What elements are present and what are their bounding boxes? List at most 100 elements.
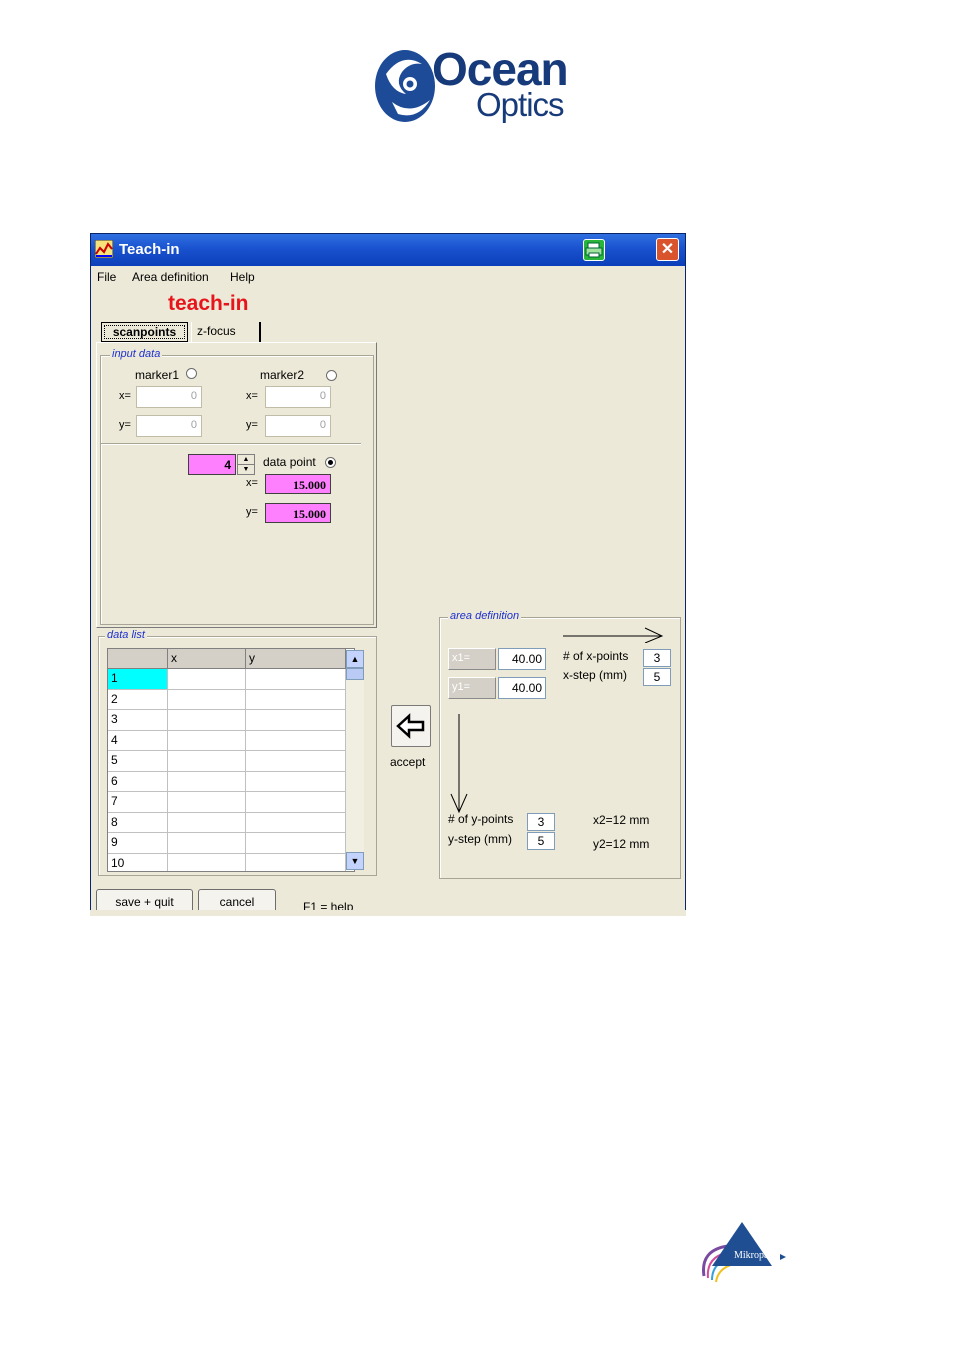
scroll-down-icon[interactable]: ▼ xyxy=(346,852,364,870)
data-list-scrollbar[interactable]: ▲ ▼ xyxy=(346,650,364,870)
x1-field[interactable]: 40.00 xyxy=(498,648,546,670)
mikropack-text: Mikropack xyxy=(734,1250,778,1261)
close-button[interactable]: ✕ xyxy=(656,238,679,261)
x-direction-arrow-icon xyxy=(563,627,664,643)
x2-readout: x2=12 mm xyxy=(593,813,650,827)
marker1-label: marker1 xyxy=(135,368,180,382)
menu-help[interactable]: Help xyxy=(230,270,255,284)
row-index-cell[interactable]: 10 xyxy=(108,853,168,871)
divider xyxy=(101,443,361,445)
table-cell-x[interactable] xyxy=(168,792,246,813)
marker2-label: marker2 xyxy=(260,368,305,382)
column-header-y[interactable]: y xyxy=(246,649,346,669)
marker1-y-field[interactable]: 0 xyxy=(136,415,202,437)
table-cell-y[interactable] xyxy=(246,730,346,751)
row-index-cell[interactable]: 3 xyxy=(108,710,168,731)
table-cell-y[interactable] xyxy=(246,669,346,690)
spinner-up-icon[interactable]: ▲ xyxy=(238,455,254,465)
scroll-thumb[interactable] xyxy=(346,668,364,680)
menu-area-definition[interactable]: Area definition xyxy=(132,270,209,284)
x-points-label: # of x-points xyxy=(563,649,629,663)
table-cell-x[interactable] xyxy=(168,853,246,871)
marker2-x-label: x= xyxy=(246,390,258,402)
table-cell-x[interactable] xyxy=(168,730,246,751)
scroll-up-icon[interactable]: ▲ xyxy=(346,650,364,668)
row-index-cell[interactable]: 8 xyxy=(108,812,168,833)
marker2-radio[interactable] xyxy=(326,370,337,381)
table-cell-x[interactable] xyxy=(168,689,246,710)
tab-scanpoints[interactable]: scanpoints xyxy=(101,322,188,342)
dp-x-field[interactable]: 15.000 xyxy=(265,474,331,494)
printer-icon xyxy=(585,242,603,258)
data-point-label: data point xyxy=(263,455,316,469)
table-cell-x[interactable] xyxy=(168,833,246,854)
logo-word-optics: Optics xyxy=(476,86,565,123)
dp-x-label: x= xyxy=(246,477,258,489)
y1-field[interactable]: 40.00 xyxy=(498,677,546,699)
table-cell-y[interactable] xyxy=(246,751,346,772)
table-cell-y[interactable] xyxy=(246,689,346,710)
accept-label: accept xyxy=(390,755,426,769)
marker1-radio[interactable] xyxy=(186,368,197,379)
y-points-field[interactable]: 3 xyxy=(527,813,555,831)
dp-y-label: y= xyxy=(246,506,258,518)
arrow-left-icon xyxy=(396,713,425,739)
y-direction-arrow-icon xyxy=(450,714,468,814)
y-step-label: y-step (mm) xyxy=(448,832,512,846)
marker1-x-field[interactable]: 0 xyxy=(136,386,202,408)
x1-label-field: x1= xyxy=(448,648,496,670)
table-cell-y[interactable] xyxy=(246,792,346,813)
spectrum-app-icon xyxy=(95,240,113,258)
data-point-radio[interactable] xyxy=(325,457,336,468)
x-step-field[interactable]: 5 xyxy=(643,668,671,686)
table-cell-x[interactable] xyxy=(168,751,246,772)
table-cell-x[interactable] xyxy=(168,669,246,690)
close-icon: ✕ xyxy=(660,241,675,258)
marker2-x-field[interactable]: 0 xyxy=(265,386,331,408)
menu-file[interactable]: File xyxy=(97,270,116,284)
marker2-y-field[interactable]: 0 xyxy=(265,415,331,437)
tab-z-focus[interactable]: z-focus xyxy=(191,322,261,342)
data-point-spinner[interactable]: ▲ ▼ xyxy=(237,454,255,475)
column-header-x[interactable]: x xyxy=(168,649,246,669)
table-cell-x[interactable] xyxy=(168,710,246,731)
row-index-cell[interactable]: 5 xyxy=(108,751,168,772)
spinner-down-icon[interactable]: ▼ xyxy=(238,465,254,474)
y-step-field[interactable]: 5 xyxy=(527,832,555,850)
print-button[interactable] xyxy=(583,239,605,261)
table-cell-y[interactable] xyxy=(246,853,346,871)
accept-button[interactable] xyxy=(391,705,431,747)
ocean-optics-logo: Ocean Optics xyxy=(372,43,602,134)
row-index-cell[interactable]: 4 xyxy=(108,730,168,751)
mikropack-logo: Mikropack xyxy=(698,1220,796,1286)
table-cell-y[interactable] xyxy=(246,710,346,731)
window-title: Teach-in xyxy=(119,241,180,258)
area-definition-label: area definition xyxy=(448,610,522,622)
data-point-number-field[interactable]: 4 xyxy=(188,454,236,475)
teach-in-window: Teach-in ✕ File Area definition Help tea… xyxy=(90,233,686,915)
window-bottom-edge xyxy=(90,910,686,916)
table-cell-x[interactable] xyxy=(168,771,246,792)
table-cell-y[interactable] xyxy=(246,833,346,854)
page-title: teach-in xyxy=(168,292,249,315)
marker2-y-label: y= xyxy=(246,419,258,431)
table-cell-y[interactable] xyxy=(246,771,346,792)
row-index-cell[interactable]: 7 xyxy=(108,792,168,813)
row-index-cell[interactable]: 2 xyxy=(108,689,168,710)
y-points-label: # of y-points xyxy=(448,812,514,826)
row-index-cell[interactable]: 9 xyxy=(108,833,168,854)
data-list-label: data list xyxy=(105,629,147,641)
marker1-x-label: x= xyxy=(119,390,131,402)
table-cell-y[interactable] xyxy=(246,812,346,833)
title-bar[interactable]: Teach-in ✕ xyxy=(91,234,685,266)
marker1-y-label: y= xyxy=(119,419,131,431)
row-index-cell[interactable]: 6 xyxy=(108,771,168,792)
row-index-cell[interactable]: 1 xyxy=(108,669,168,690)
x-points-field[interactable]: 3 xyxy=(643,649,671,667)
menu-bar: File Area definition Help xyxy=(91,266,685,288)
input-data-label: input data xyxy=(110,348,163,360)
y1-label-field: y1= xyxy=(448,677,496,699)
data-list-table: x y 1 2 3 4 5 6 7 8 9 10 xyxy=(107,648,355,872)
table-cell-x[interactable] xyxy=(168,812,246,833)
dp-y-field[interactable]: 15.000 xyxy=(265,503,331,523)
